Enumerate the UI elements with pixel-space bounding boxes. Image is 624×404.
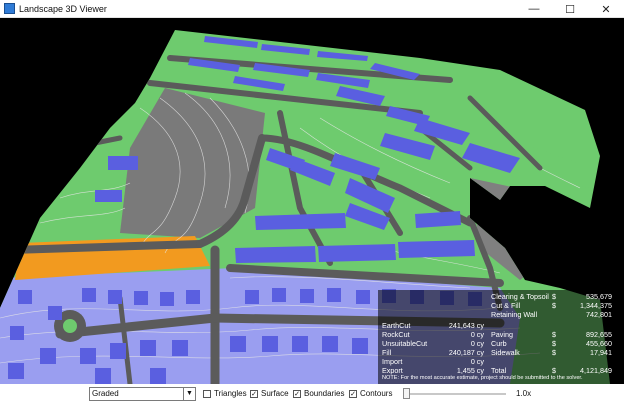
window-controls: — ☐ ✕ [516, 0, 624, 18]
zoom-level: 1.0x [516, 389, 532, 398]
sidewalk-currency: $ [552, 348, 556, 357]
curb-currency: $ [552, 339, 556, 348]
paving-value: 892,655 [586, 330, 612, 339]
solver-note: NOTE: For the most accurate estimate, pr… [382, 375, 583, 381]
surface-label: Surface [261, 389, 289, 398]
app-icon [4, 3, 15, 14]
earthcut-label: EarthCut [382, 321, 411, 330]
cutfill-currency: $ [552, 301, 556, 310]
boundaries-label: Boundaries [304, 389, 345, 398]
zoom-slider-handle[interactable] [403, 388, 410, 399]
boundaries-checkbox[interactable]: ✓ Boundaries [293, 389, 344, 398]
clearing-currency: $ [552, 292, 556, 301]
earthcut-value: 241,643 cy [448, 321, 484, 330]
paving-label: Paving [491, 330, 513, 339]
rockcut-value: 0 cy [470, 330, 484, 339]
surface-checkbox[interactable]: ✓ Surface [250, 389, 289, 398]
estimate-panel: Clearing & Topsoil $ 535,679 Cut & Fill … [378, 290, 616, 384]
contours-checkbox[interactable]: ✓ Contours [349, 389, 392, 398]
close-icon[interactable]: ✕ [588, 0, 624, 18]
cutfill-label: Cut & Fill [491, 301, 521, 310]
view-mode-value: Graded [92, 389, 119, 398]
contours-checkbox-box[interactable]: ✓ [349, 389, 357, 398]
triangles-label: Triangles [214, 389, 247, 398]
import-label: Import [382, 357, 403, 366]
maximize-icon[interactable]: ☐ [552, 0, 588, 18]
rockcut-label: RockCut [382, 330, 410, 339]
surface-checkbox-box[interactable]: ✓ [250, 389, 258, 398]
view-mode-select[interactable]: Graded ▼ [89, 387, 196, 401]
boundaries-checkbox-box[interactable]: ✓ [293, 389, 301, 398]
import-value: 0 cy [470, 357, 484, 366]
zoom-slider-track[interactable] [406, 393, 506, 395]
total-value: 4,121,849 [580, 366, 612, 375]
chevron-down-icon[interactable]: ▼ [183, 388, 195, 400]
triangles-checkbox-box[interactable] [203, 389, 211, 398]
contours-label: Contours [360, 389, 393, 398]
triangles-checkbox[interactable]: Triangles [203, 389, 247, 398]
clearing-label: Clearing & Topsoil [491, 292, 549, 301]
sidewalk-label: Sidewalk [491, 348, 520, 357]
paving-currency: $ [552, 330, 556, 339]
retaining-label: Retaining Wall [491, 310, 538, 319]
title-bar: Landscape 3D Viewer — ☐ ✕ [0, 0, 624, 18]
3d-viewport[interactable]: Clearing & Topsoil $ 535,679 Cut & Fill … [0, 18, 624, 384]
clearing-value: 535,679 [586, 292, 612, 301]
minimize-icon[interactable]: — [516, 0, 552, 18]
cul-de-sac-island [63, 319, 77, 333]
retaining-value: 742,801 [586, 310, 612, 319]
curb-value: 455,660 [586, 339, 612, 348]
sidewalk-value: 17,941 [590, 348, 612, 357]
fill-label: Fill [382, 348, 392, 357]
curb-label: Curb [491, 339, 507, 348]
bottom-toolbar: Graded ▼ Triangles ✓ Surface ✓ Boundarie… [0, 384, 624, 404]
unsuitable-value: 0 cy [470, 339, 484, 348]
unsuitable-label: UnsuitableCut [382, 339, 428, 348]
fill-value: 240,187 cy [448, 348, 484, 357]
cutfill-value: 1,344,375 [580, 301, 612, 310]
window-title: Landscape 3D Viewer [19, 3, 107, 14]
